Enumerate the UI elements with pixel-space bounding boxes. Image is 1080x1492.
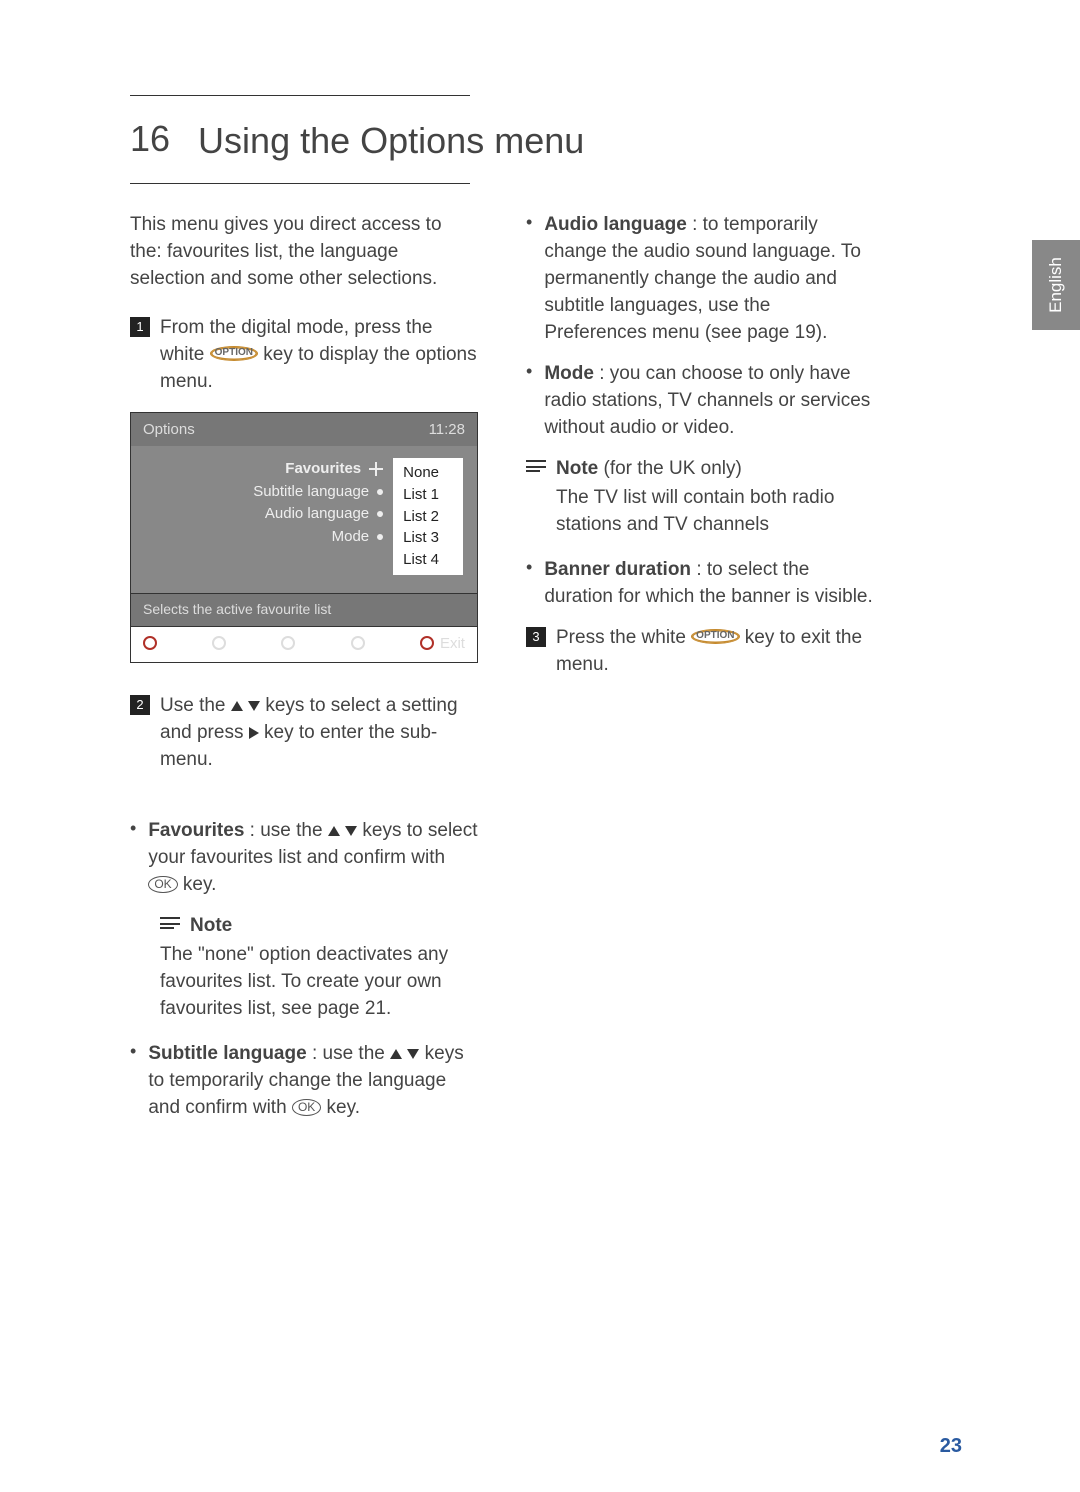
note-label: Note — [190, 913, 232, 940]
step-number-1: 1 — [130, 317, 150, 337]
note-2-text: The TV list will contain both radio stat… — [556, 485, 878, 539]
banner-duration-label: Banner duration — [544, 559, 691, 580]
dot-icon — [377, 534, 383, 540]
right-arrow-icon — [249, 727, 259, 739]
page-number: 23 — [940, 1435, 962, 1458]
ring-icon — [281, 636, 295, 650]
section-heading: 16 Using the Options menu — [130, 96, 970, 183]
value-list3: List 3 — [403, 527, 439, 549]
label-mode: Mode — [332, 526, 370, 549]
step-2-text: Use the keys to select a setting and pre… — [160, 693, 478, 774]
ok-key-icon: OK — [148, 876, 177, 893]
bullet-audio-language: • Audio language : to temporarily change… — [526, 212, 878, 347]
right-column: • Audio language : to temporarily change… — [526, 212, 878, 1136]
dot-icon — [377, 511, 383, 517]
ring-icon — [351, 636, 365, 650]
note-icon — [160, 917, 180, 931]
language-tab: English — [1032, 240, 1080, 330]
note-1-text: The "none" option deactivates any favour… — [160, 942, 478, 1023]
step-number-3: 3 — [526, 627, 546, 647]
left-column: This menu gives you direct access to the… — [130, 212, 478, 1136]
language-tab-label: English — [1046, 257, 1066, 313]
up-arrow-icon — [328, 826, 340, 836]
options-time: 11:28 — [429, 419, 465, 440]
note-2-suffix: (for the UK only) — [598, 458, 742, 479]
options-panel: Options 11:28 Favourites Subtitle langua… — [130, 412, 478, 663]
down-arrow-icon — [407, 1049, 419, 1059]
page: 16 Using the Options menu This menu give… — [0, 0, 1080, 1176]
step-1-text: From the digital mode, press the white O… — [160, 315, 478, 396]
step-3-prefix: Press the white — [556, 627, 691, 648]
options-header: Options 11:28 — [131, 413, 477, 446]
note-label: Note — [556, 458, 598, 479]
step-1: 1 From the digital mode, press the white… — [130, 315, 478, 396]
value-list2: List 2 — [403, 506, 439, 528]
note-icon — [526, 460, 546, 474]
value-list4: List 4 — [403, 549, 439, 571]
down-arrow-icon — [248, 701, 260, 711]
section-title: Using the Options menu — [198, 118, 584, 163]
label-subtitle: Subtitle language — [253, 481, 369, 504]
down-arrow-icon — [345, 826, 357, 836]
ring-icon — [212, 636, 226, 650]
bullet-icon: • — [526, 361, 532, 442]
label-favourites: Favourites — [285, 458, 361, 481]
step-3: 3 Press the white OPTION key to exit the… — [526, 625, 878, 679]
mode-label: Mode — [544, 363, 594, 384]
bullet-favourites: • Favourites : use the keys to select yo… — [130, 818, 478, 899]
bullet-banner-duration: • Banner duration : to select the durati… — [526, 557, 878, 611]
option-key-icon: OPTION — [691, 629, 739, 644]
step-number-2: 2 — [130, 695, 150, 715]
section-number: 16 — [130, 118, 170, 160]
up-arrow-icon — [390, 1049, 402, 1059]
dot-icon — [377, 489, 383, 495]
step-2: 2 Use the keys to select a setting and p… — [130, 693, 478, 774]
option-key-icon: OPTION — [210, 346, 258, 361]
options-labels: Favourites Subtitle language Audio langu… — [145, 458, 383, 575]
intro-text: This menu gives you direct access to the… — [130, 212, 478, 293]
subtitle-language-label: Subtitle language — [148, 1043, 306, 1064]
ring-red-icon — [420, 636, 434, 650]
bullet-mode: • Mode : you can choose to only have rad… — [526, 361, 878, 442]
options-footer: Exit — [131, 626, 477, 662]
ring-red-icon — [143, 636, 157, 650]
options-values: None List 1 List 2 List 3 List 4 — [393, 458, 463, 575]
up-arrow-icon — [231, 701, 243, 711]
bullet-icon: • — [526, 212, 532, 347]
options-hint: Selects the active favourite list — [131, 593, 477, 626]
options-title: Options — [143, 419, 195, 440]
value-none: None — [403, 462, 439, 484]
bullet-icon: • — [526, 557, 532, 611]
bullet-icon: • — [130, 1041, 136, 1122]
bullet-icon: • — [130, 818, 136, 899]
audio-language-label: Audio language — [544, 214, 687, 235]
label-audio: Audio language — [265, 503, 369, 526]
mode-text: : you can choose to only have radio stat… — [544, 363, 870, 438]
step-3-text: Press the white OPTION key to exit the m… — [556, 625, 878, 679]
bullet-subtitle-language: • Subtitle language : use the keys to te… — [130, 1041, 478, 1122]
exit-label: Exit — [440, 633, 465, 654]
favourites-label: Favourites — [148, 820, 244, 841]
ok-key-icon: OK — [292, 1099, 321, 1116]
dpad-icon — [369, 462, 383, 476]
value-list1: List 1 — [403, 484, 439, 506]
